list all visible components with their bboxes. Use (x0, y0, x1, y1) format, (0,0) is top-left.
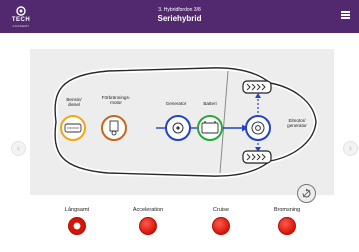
fuel-label: Bensin/ diesel (66, 97, 82, 108)
battery-icon (197, 115, 223, 141)
wheel-front-bottom (242, 150, 272, 164)
mode-cruise-button[interactable] (212, 217, 230, 235)
mode-slow-button[interactable] (68, 217, 86, 235)
generator-label: Generator (165, 101, 187, 106)
mode-braking-label: Bromsning (273, 207, 301, 213)
battery-label: Batteri (203, 101, 217, 106)
wheel-front-top (242, 80, 272, 94)
engine-icon (101, 115, 127, 141)
mode-slow: Långsamt (47, 206, 107, 235)
menu-icon[interactable] (341, 11, 350, 19)
next-slide-button[interactable]: › (343, 141, 358, 156)
page-title: Seriehybrid (157, 14, 202, 23)
mode-acceleration: Acceleration (118, 206, 178, 235)
motor-generator-label: Elmotor/ generator (287, 118, 307, 129)
top-bar: TECH ACADEMY 3. Hybridfordon 3/8 Seriehy… (0, 0, 359, 33)
mode-acceleration-button[interactable] (139, 217, 157, 235)
reset-view-button[interactable] (297, 184, 316, 203)
previous-slide-button[interactable]: ‹ (11, 141, 26, 156)
mode-cruise: Cruise (191, 206, 251, 235)
logo-subtext: ACADEMY (12, 24, 30, 28)
generator-icon (165, 115, 191, 141)
mode-cruise-label: Cruise (213, 207, 229, 213)
mode-acceleration-label: Acceleration (132, 207, 164, 213)
mode-braking: Bromsning (257, 206, 317, 235)
fuel-tank-icon (60, 115, 86, 141)
mode-braking-button[interactable] (278, 217, 296, 235)
mode-slow-label: Långsamt (64, 207, 90, 213)
reset-icon (302, 188, 311, 198)
electric-motor-icon (245, 115, 271, 141)
engine-label: Förbrännings- motor (101, 95, 131, 106)
